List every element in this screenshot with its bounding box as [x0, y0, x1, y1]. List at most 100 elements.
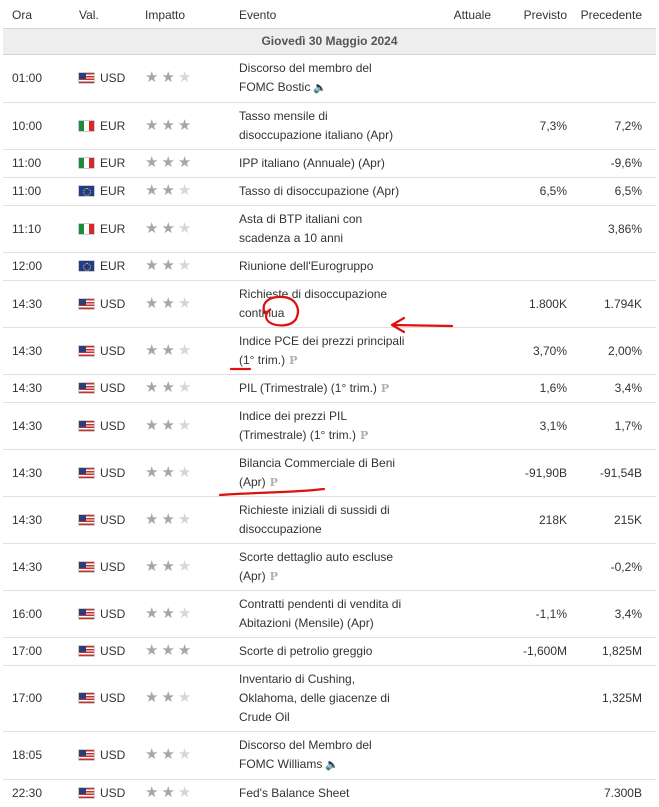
impact-star-icon: ★	[161, 464, 177, 481]
impact-star-icon: ★	[145, 417, 161, 434]
col-header-previous[interactable]: Precedente	[573, 2, 656, 29]
col-header-forecast[interactable]: Previsto	[497, 2, 573, 29]
preliminary-icon: P	[289, 354, 297, 367]
event-name[interactable]: Asta di BTP italiani con scadenza a 10 a…	[239, 212, 362, 245]
event-actual	[413, 253, 497, 281]
event-name-cell: Richieste iniziali di sussidi di disoccu…	[233, 497, 413, 544]
impact-star-icon: ★	[145, 379, 161, 396]
event-impact: ★★★	[143, 780, 233, 807]
event-name[interactable]: Contratti pendenti di vendita di Abitazi…	[239, 597, 401, 630]
event-previous: 3,4%	[573, 591, 656, 638]
event-name[interactable]: Discorso del Membro del FOMC Williams	[239, 738, 372, 771]
impact-star-icon: ★	[178, 379, 194, 396]
event-currency: EUR	[100, 119, 125, 133]
event-row[interactable]: 12:00EUR★★★Riunione dell'Eurogruppo	[3, 253, 656, 281]
impact-star-icon: ★	[178, 605, 194, 622]
impact-star-icon: ★	[161, 558, 177, 575]
event-name[interactable]: Indice dei prezzi PIL (Trimestrale) (1° …	[239, 409, 356, 442]
event-name[interactable]: Richieste di disoccupazione continua	[239, 287, 387, 320]
event-name[interactable]: Fed's Balance Sheet	[239, 786, 349, 800]
flag-us-icon	[79, 346, 94, 356]
event-currency-cell: USD	[73, 403, 143, 450]
event-row[interactable]: 11:00EUR★★★Tasso di disoccupazione (Apr)…	[3, 178, 656, 206]
event-name-cell: PIL (Trimestrale) (1° trim.) P	[233, 375, 413, 403]
event-row[interactable]: 14:30USD★★★Richieste di disoccupazione c…	[3, 281, 656, 328]
event-previous: 6,5%	[573, 178, 656, 206]
event-row[interactable]: 14:30USD★★★Scorte dettaglio auto escluse…	[3, 544, 656, 591]
event-name[interactable]: Scorte di petrolio greggio	[239, 644, 372, 658]
col-header-currency[interactable]: Val.	[73, 2, 143, 29]
impact-star-icon: ★	[145, 69, 161, 86]
event-row[interactable]: 11:00EUR★★★IPP italiano (Annuale) (Apr)-…	[3, 150, 656, 178]
event-name[interactable]: Tasso di disoccupazione (Apr)	[239, 184, 399, 198]
event-actual	[413, 591, 497, 638]
flag-it-icon	[79, 121, 94, 131]
flag-us-icon	[79, 383, 94, 393]
event-currency-cell: EUR	[73, 150, 143, 178]
event-currency: USD	[100, 644, 125, 658]
event-name[interactable]: Inventario di Cushing, Oklahoma, delle g…	[239, 672, 390, 724]
col-header-actual[interactable]: Attuale	[413, 2, 497, 29]
event-impact: ★★★	[143, 328, 233, 375]
event-name[interactable]: Indice PCE dei prezzi principali (1° tri…	[239, 334, 404, 367]
event-actual	[413, 206, 497, 253]
event-forecast	[497, 780, 573, 807]
event-actual	[413, 638, 497, 666]
impact-star-icon: ★	[161, 69, 177, 86]
event-name[interactable]: IPP italiano (Annuale) (Apr)	[239, 156, 385, 170]
event-previous: 3,86%	[573, 206, 656, 253]
event-time: 12:00	[3, 253, 73, 281]
event-currency: USD	[100, 513, 125, 527]
flag-us-icon	[79, 73, 94, 83]
col-header-time[interactable]: Ora	[3, 2, 73, 29]
event-row[interactable]: 14:30USD★★★Indice dei prezzi PIL (Trimes…	[3, 403, 656, 450]
event-row[interactable]: 14:30USD★★★PIL (Trimestrale) (1° trim.)P…	[3, 375, 656, 403]
event-row[interactable]: 01:00USD★★★Discorso del membro del FOMC …	[3, 55, 656, 103]
event-currency-cell: USD	[73, 544, 143, 591]
event-name[interactable]: Richieste iniziali di sussidi di disoccu…	[239, 503, 390, 536]
event-row[interactable]: 14:30USD★★★Richieste iniziali di sussidi…	[3, 497, 656, 544]
event-previous: -91,54B	[573, 450, 656, 497]
flag-it-icon	[79, 224, 94, 234]
col-header-impact[interactable]: Impatto	[143, 2, 233, 29]
event-currency-cell: USD	[73, 732, 143, 780]
event-row[interactable]: 14:30USD★★★Bilancia Commerciale di Beni …	[3, 450, 656, 497]
event-name[interactable]: Scorte dettaglio auto escluse (Apr)	[239, 550, 393, 583]
preliminary-icon: P	[381, 382, 389, 395]
event-name[interactable]: Tasso mensile di disoccupazione italiano…	[239, 109, 393, 142]
event-row[interactable]: 16:00USD★★★Contratti pendenti di vendita…	[3, 591, 656, 638]
impact-star-icon: ★	[145, 746, 161, 763]
flag-eu-icon	[79, 261, 94, 271]
event-name[interactable]: Discorso del membro del FOMC Bostic	[239, 61, 372, 94]
impact-star-icon: ★	[161, 220, 177, 237]
impact-star-icon: ★	[161, 342, 177, 359]
event-impact: ★★★	[143, 450, 233, 497]
event-name[interactable]: Riunione dell'Eurogruppo	[239, 259, 373, 273]
event-previous: -9,6%	[573, 150, 656, 178]
flag-us-icon	[79, 468, 94, 478]
event-row[interactable]: 17:00USD★★★Inventario di Cushing, Oklaho…	[3, 666, 656, 732]
event-forecast	[497, 666, 573, 732]
event-previous	[573, 253, 656, 281]
event-currency: USD	[100, 560, 125, 574]
event-name-cell: Tasso di disoccupazione (Apr)	[233, 178, 413, 206]
event-row[interactable]: 14:30USD★★★Indice PCE dei prezzi princip…	[3, 328, 656, 375]
flag-eu-icon	[79, 186, 94, 196]
event-row[interactable]: 17:00USD★★★Scorte di petrolio greggio-1,…	[3, 638, 656, 666]
event-actual	[413, 544, 497, 591]
event-row[interactable]: 18:05USD★★★Discorso del Membro del FOMC …	[3, 732, 656, 780]
event-actual	[413, 403, 497, 450]
event-currency: USD	[100, 297, 125, 311]
event-name[interactable]: PIL (Trimestrale) (1° trim.)	[239, 381, 377, 395]
event-currency: USD	[100, 381, 125, 395]
preliminary-icon: P	[360, 429, 368, 442]
event-previous: 1,7%	[573, 403, 656, 450]
impact-star-icon: ★	[178, 417, 194, 434]
col-header-event[interactable]: Evento	[233, 2, 413, 29]
event-name[interactable]: Bilancia Commerciale di Beni (Apr)	[239, 456, 395, 489]
impact-star-icon: ★	[145, 220, 161, 237]
event-row[interactable]: 11:10EUR★★★Asta di BTP italiani con scad…	[3, 206, 656, 253]
event-row[interactable]: 10:00EUR★★★Tasso mensile di disoccupazio…	[3, 103, 656, 150]
event-forecast	[497, 732, 573, 780]
event-row[interactable]: 22:30USD★★★Fed's Balance Sheet7.300B	[3, 780, 656, 807]
